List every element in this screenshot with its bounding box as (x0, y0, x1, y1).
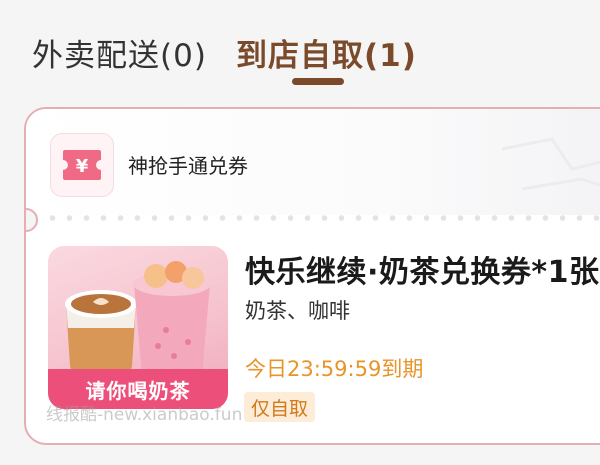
product-image[interactable]: 请你喝奶茶 (48, 246, 228, 409)
voucher-header: ¥ 神抢手通兑券 (26, 109, 600, 215)
tab-delivery[interactable]: 外卖配送(0) (32, 30, 207, 75)
order-tabs: 外卖配送(0) 到店自取(1) (0, 0, 600, 100)
watermark: 线报酷-new.xianbao.fun (46, 405, 243, 425)
active-tab-indicator (292, 78, 344, 85)
voucher-card[interactable]: ¥ 神抢手通兑券 请你喝奶茶 快乐继续·奶茶兑换券*1张 奶茶、咖啡 今日23:… (24, 107, 600, 445)
tab-pickup[interactable]: 到店自取(1) (236, 30, 417, 75)
coupon-icon: ¥ (50, 133, 114, 197)
decorative-lines (501, 137, 600, 191)
voucher-title: 神抢手通兑券 (128, 154, 248, 178)
expiry-text: 今日23:59:59到期 (245, 357, 424, 381)
pickup-only-tag: 仅自取 (244, 392, 316, 422)
product-category: 奶茶、咖啡 (245, 299, 350, 323)
yen-symbol: ¥ (76, 156, 89, 177)
product-name: 快乐继续·奶茶兑换券*1张 (245, 255, 600, 290)
dotted-divider (44, 215, 600, 221)
